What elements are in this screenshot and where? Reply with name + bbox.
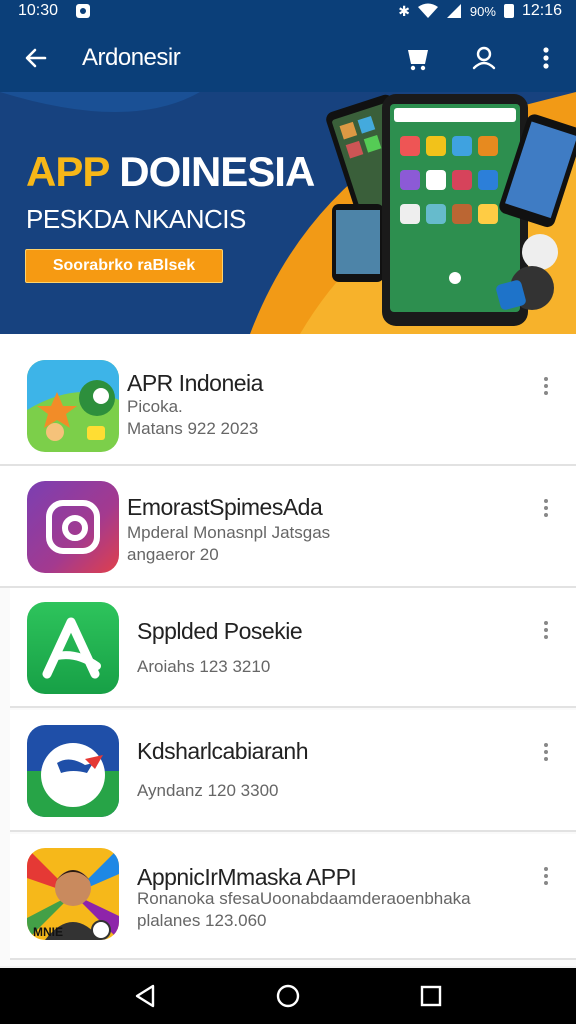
app-name: AppnicIrMmaska APPI <box>137 864 357 890</box>
list-item[interactable]: EmorastSpimesAda Mpderal Monasnpl Jatsga… <box>0 466 576 588</box>
battery-icon <box>503 4 514 18</box>
banner-subtitle: PESKDA NKANCIS <box>26 204 246 234</box>
app-name: APR Indoneia <box>127 370 263 396</box>
home-circle-icon[interactable] <box>272 980 304 1012</box>
app-icon-instagram-like <box>27 481 119 573</box>
bluetooth-icon: ✱ <box>398 3 410 19</box>
notification-icon <box>76 4 90 18</box>
account-icon[interactable] <box>466 40 502 76</box>
banner-title: APP DOINESIA <box>26 148 315 196</box>
app-bar: Ardonesir <box>0 24 576 92</box>
banner-cta-button[interactable]: Soorabrko raBlsek <box>25 249 223 283</box>
more-vert-icon[interactable] <box>534 740 558 764</box>
app-name: EmorastSpimesAda <box>127 494 323 520</box>
app-icon-letter-a <box>27 602 119 694</box>
recents-square-icon[interactable] <box>415 980 447 1012</box>
app-name: Kdsharlcabiaranh <box>137 738 309 764</box>
app-name: Spplded Posekie <box>137 618 303 644</box>
app-meta-line2: Matans 922 2023 <box>127 419 259 438</box>
more-vert-icon[interactable] <box>534 496 558 520</box>
app-icon-portrait: MNIE <box>27 848 119 940</box>
list-item[interactable]: Kdsharlcabiaranh Ayndanz 120 3300 <box>10 710 576 832</box>
list-item[interactable]: APR Indoneia Picoka. Matans 922 2023 <box>0 334 576 466</box>
back-arrow-icon[interactable] <box>18 40 54 76</box>
system-nav-bar <box>0 968 576 1024</box>
wifi-icon <box>417 3 438 18</box>
app-meta-line1: Mpderal Monasnpl Jatsgas <box>127 523 331 542</box>
banner-title-part2: DOINESIA <box>119 148 315 195</box>
status-bar: 10:30 ✱ 90% 12:16 <box>0 0 576 24</box>
battery-percent: 90% <box>469 3 496 19</box>
app-meta-line1: Picoka. <box>127 397 183 416</box>
more-vert-icon[interactable] <box>534 864 558 888</box>
app-meta-line1: Ronanoka sfesaUoonabdaamderaoenbhaka <box>137 889 471 908</box>
list-item[interactable]: Spplded Posekie Aroiahs 123 3210 <box>10 588 576 708</box>
banner-title-part1: APP <box>26 148 110 195</box>
status-time: 10:30 <box>18 2 59 19</box>
signal-icon <box>446 4 461 18</box>
more-vert-icon[interactable] <box>534 374 558 398</box>
more-vert-icon[interactable] <box>534 618 558 642</box>
back-triangle-icon[interactable] <box>129 980 161 1012</box>
cart-icon[interactable] <box>400 40 436 76</box>
promo-banner[interactable]: APP DOINESIA PESKDA NKANCIS Soorabrko ra… <box>0 92 576 334</box>
app-meta-line2: angaeror 20 <box>127 545 219 564</box>
more-vert-icon[interactable] <box>528 40 564 76</box>
page-title: Ardonesir <box>82 44 181 71</box>
app-meta-line1: Aroiahs 123 3210 <box>137 657 271 676</box>
status-clock: 12:16 <box>521 2 562 19</box>
list-item[interactable]: MNIE AppnicIrMmaska APPI Ronanoka sfesaU… <box>10 834 576 960</box>
app-meta-line1: Ayndanz 120 3300 <box>137 781 279 800</box>
app-icon-globe <box>27 725 119 817</box>
app-list: APR Indoneia Picoka. Matans 922 2023 Emo… <box>0 334 576 966</box>
app-icon-colorful <box>27 360 119 452</box>
app-meta-line2: plalanes 123.060 <box>137 911 267 930</box>
svg-text:MNIE: MNIE <box>33 925 63 939</box>
